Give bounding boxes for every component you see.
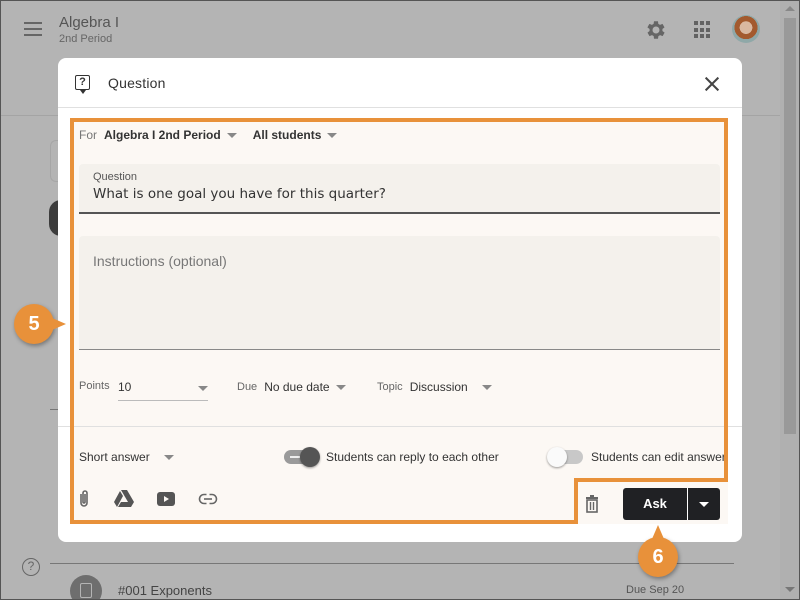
topic-value: Discussion bbox=[409, 380, 468, 394]
due-select[interactable]: Due No due date bbox=[237, 380, 346, 394]
close-icon[interactable] bbox=[702, 74, 722, 94]
question-value[interactable]: What is one goal you have for this quart… bbox=[93, 186, 386, 202]
youtube-icon[interactable] bbox=[156, 491, 176, 512]
answer-type-select[interactable]: Short answer bbox=[79, 450, 174, 464]
ask-button[interactable]: Ask bbox=[623, 488, 688, 520]
step-5-callout: 5 bbox=[14, 304, 66, 344]
for-label: For bbox=[79, 128, 97, 142]
class-subtitle: 2nd Period bbox=[59, 33, 113, 45]
question-dialog: ? Question For Algebra I 2nd Period All … bbox=[58, 58, 742, 542]
instructions-input[interactable]: Instructions (optional) bbox=[79, 236, 720, 350]
edit-toggle-label: Students can edit answer bbox=[591, 450, 726, 464]
chevron-down-icon bbox=[163, 454, 174, 460]
scrollbar-thumb[interactable] bbox=[784, 18, 796, 434]
scrollbar[interactable] bbox=[780, 0, 800, 600]
topic-select[interactable]: Topic Discussion bbox=[377, 380, 492, 394]
topic-label: Topic bbox=[377, 381, 403, 393]
reply-toggle-label: Students can reply to each other bbox=[326, 450, 499, 464]
question-label: Question bbox=[93, 171, 138, 183]
chevron-down-icon bbox=[198, 386, 208, 391]
paperclip-icon[interactable] bbox=[76, 489, 92, 514]
edit-toggle-row: Students can edit answer bbox=[547, 447, 726, 467]
answer-type-value: Short answer bbox=[79, 450, 150, 464]
chevron-down-icon bbox=[335, 384, 346, 390]
scroll-up-arrow[interactable] bbox=[785, 6, 795, 11]
class-select[interactable]: Algebra I 2nd Period bbox=[104, 128, 237, 142]
ask-split-button: Ask bbox=[623, 488, 720, 520]
scroll-down-arrow[interactable] bbox=[785, 587, 795, 592]
points-row: Points bbox=[79, 380, 117, 392]
question-input[interactable]: Question What is one goal you have for t… bbox=[79, 164, 720, 214]
due-label: Due bbox=[237, 381, 258, 393]
points-input[interactable]: 10 bbox=[118, 380, 208, 401]
dialog-divider bbox=[58, 426, 742, 427]
reply-toggle-row: Students can reply to each other bbox=[284, 447, 499, 467]
students-select-value: All students bbox=[252, 128, 322, 142]
assignment-title[interactable]: #001 Exponents bbox=[118, 583, 212, 598]
apps-icon[interactable] bbox=[694, 21, 712, 39]
question-icon: ? bbox=[75, 75, 90, 94]
chevron-down-icon bbox=[481, 384, 492, 390]
ask-options-dropdown[interactable] bbox=[688, 488, 720, 520]
gear-icon[interactable] bbox=[644, 18, 668, 42]
menu-icon[interactable] bbox=[24, 22, 42, 38]
chevron-down-icon bbox=[327, 132, 338, 138]
dialog-title: Question bbox=[108, 75, 166, 91]
points-label: Points bbox=[79, 380, 110, 392]
reply-toggle[interactable] bbox=[284, 447, 320, 467]
points-value[interactable]: 10 bbox=[118, 380, 131, 394]
background-divider bbox=[50, 409, 58, 410]
clipboard-icon bbox=[70, 575, 102, 600]
background-divider bbox=[50, 563, 734, 564]
edit-answer-toggle[interactable] bbox=[547, 447, 583, 467]
help-icon[interactable]: ? bbox=[22, 558, 40, 576]
instructions-placeholder: Instructions (optional) bbox=[93, 253, 227, 269]
chevron-down-icon bbox=[699, 502, 709, 507]
class-select-value: Algebra I 2nd Period bbox=[104, 128, 221, 142]
trash-icon[interactable] bbox=[585, 495, 599, 513]
class-title: Algebra I bbox=[59, 14, 120, 31]
due-value: No due date bbox=[264, 380, 330, 394]
for-row: For Algebra I 2nd Period All students bbox=[79, 128, 338, 142]
attachment-toolbar bbox=[76, 489, 218, 514]
link-icon[interactable] bbox=[198, 492, 218, 510]
assignment-due-date: Due Sep 20 bbox=[626, 584, 685, 596]
chevron-down-icon bbox=[226, 132, 237, 138]
avatar[interactable] bbox=[732, 15, 760, 43]
step-6-callout: 6 bbox=[638, 525, 678, 577]
dialog-header: ? Question bbox=[58, 58, 742, 108]
google-drive-icon[interactable] bbox=[114, 489, 134, 513]
students-select[interactable]: All students bbox=[253, 128, 338, 142]
